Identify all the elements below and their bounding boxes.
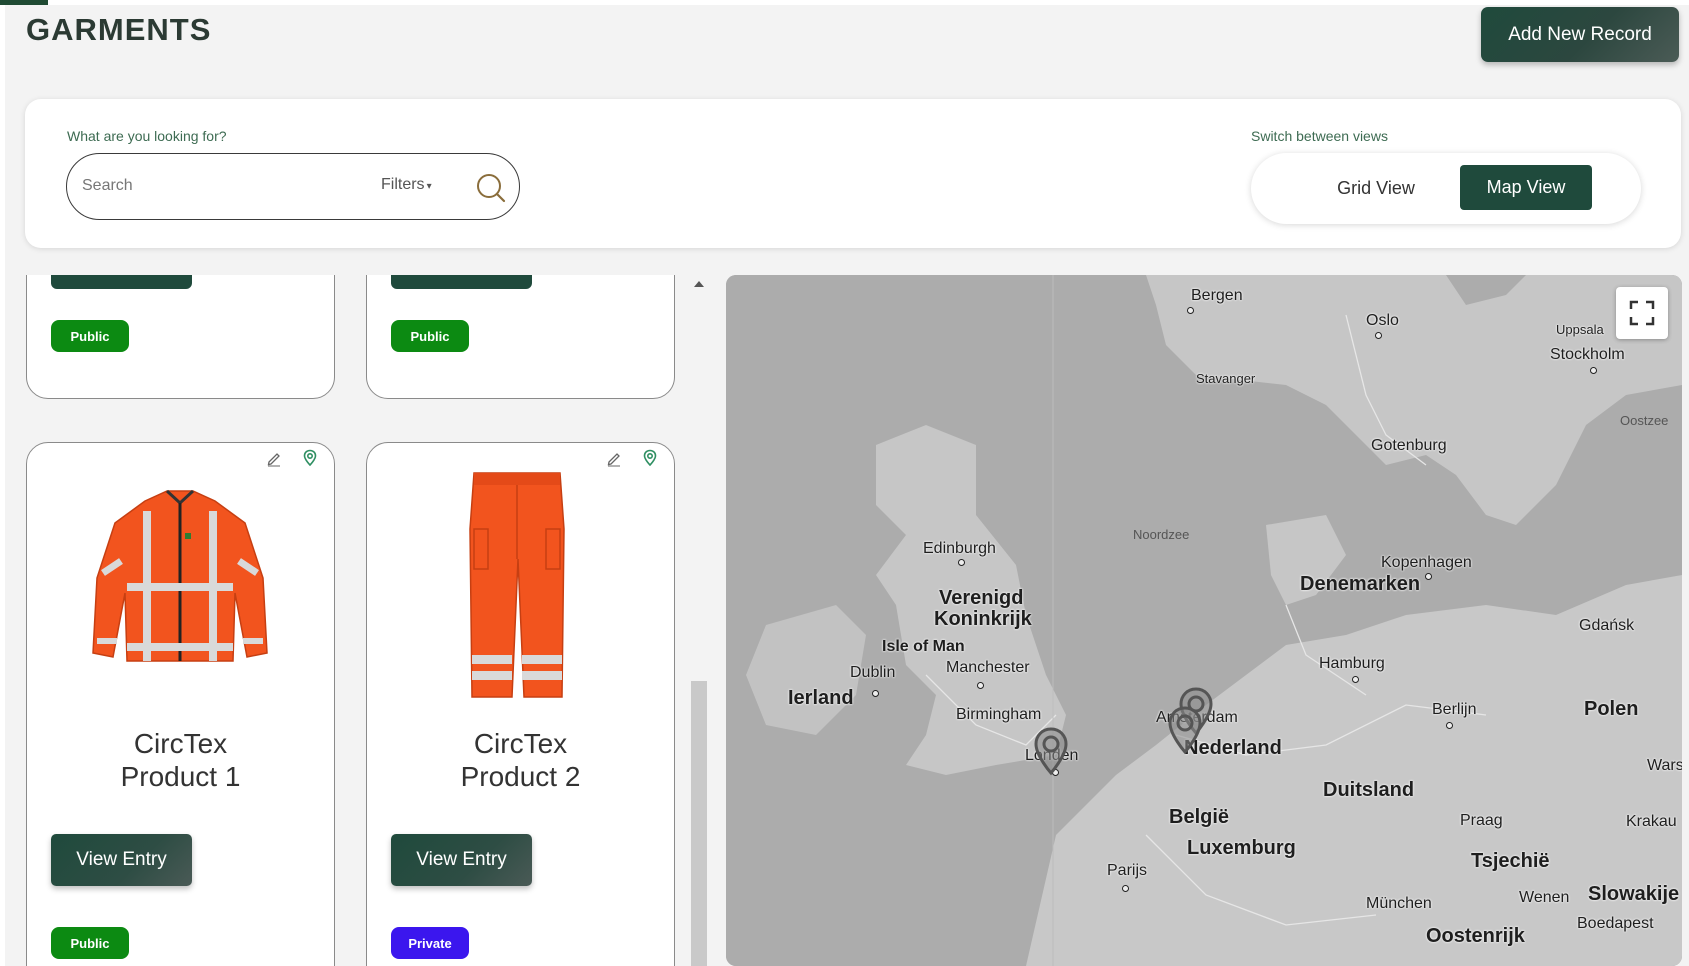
search-input[interactable] <box>82 172 332 200</box>
map-label-krakau: Krakau <box>1626 813 1677 830</box>
views-label: Switch between views <box>1251 128 1388 144</box>
map-label-tsjechie: Tsjechië <box>1471 850 1550 872</box>
orange-jacket-image <box>92 489 268 662</box>
city-dot <box>1446 722 1453 729</box>
map-view[interactable]: Bergen Oslo Uppsala Stockholm Stavanger … <box>726 275 1682 966</box>
map-view-button[interactable]: Map View <box>1460 165 1592 210</box>
cards-scrollbar[interactable] <box>691 275 707 966</box>
map-label-uppsala: Uppsala <box>1556 322 1604 337</box>
city-dot <box>958 559 965 566</box>
map-label-stavanger: Stavanger <box>1196 371 1256 386</box>
city-dot <box>1425 573 1432 580</box>
fullscreen-button[interactable] <box>1616 287 1668 339</box>
map-label-gdansk: Gdańsk <box>1579 617 1635 634</box>
city-dot <box>872 690 879 697</box>
visibility-badge: Private <box>391 927 469 959</box>
visibility-badge: Public <box>51 320 129 352</box>
product-name: CircTex Product 2 <box>460 728 581 792</box>
view-entry-button-partial[interactable] <box>51 275 192 289</box>
map-label-duitsland: Duitsland <box>1323 779 1415 801</box>
city-dot <box>977 682 984 689</box>
map-label-bergen: Bergen <box>1191 287 1243 304</box>
city-dot <box>1187 307 1194 314</box>
map-label-koninkrijk: Koninkrijk <box>934 608 1032 630</box>
location-pin-icon[interactable] <box>641 449 659 467</box>
page-title: GARMENTS <box>26 12 212 47</box>
edit-icon[interactable] <box>265 449 283 467</box>
map-label-wenen: Wenen <box>1519 889 1570 906</box>
map-label-edinburgh: Edinburgh <box>923 540 996 557</box>
caret-down-icon: ▾ <box>426 181 432 192</box>
visibility-badge: Public <box>51 927 129 959</box>
map-label-praag: Praag <box>1460 812 1503 829</box>
map-label-luxemburg: Luxemburg <box>1187 837 1296 859</box>
map-label-birmingham: Birmingham <box>956 706 1042 723</box>
search-icon[interactable] <box>475 172 507 204</box>
map-label-kopenhagen: Kopenhagen <box>1381 554 1472 571</box>
city-dot <box>1122 885 1129 892</box>
map-label-belgie: België <box>1169 806 1230 828</box>
app-root: GARMENTS Add New Record What are you loo… <box>5 5 1689 966</box>
city-dot <box>1375 332 1382 339</box>
product-name: CircTex Product 1 <box>120 728 241 792</box>
city-dot <box>1590 367 1597 374</box>
map-label-berlijn: Berlijn <box>1432 701 1477 718</box>
map-label-noordzee: Noordzee <box>1133 527 1190 542</box>
view-entry-button-partial[interactable] <box>391 275 532 289</box>
map-label-slowakije: Slowakije <box>1588 883 1680 905</box>
city-dot <box>1352 676 1359 683</box>
map-label-denemarken: Denemarken <box>1300 573 1421 595</box>
fullscreen-icon <box>1629 300 1655 326</box>
scrollbar-thumb[interactable] <box>691 681 707 966</box>
add-new-record-button[interactable]: Add New Record <box>1481 7 1679 62</box>
search-box: Filters▾ <box>66 153 520 220</box>
filters-label: Filters <box>381 176 425 193</box>
map-label-verenigd: Verenigd <box>939 587 1024 609</box>
map-label-isle-of-man: Isle of Man <box>882 638 965 655</box>
map-label-stockholm: Stockholm <box>1550 346 1625 363</box>
map-label-manchester: Manchester <box>946 659 1030 676</box>
garment-card: Public <box>26 275 335 399</box>
view-entry-button[interactable]: View Entry <box>51 834 192 886</box>
garment-card: CircTex Product 1 View Entry Public <box>26 442 335 966</box>
search-panel: What are you looking for? Filters▾ Switc… <box>25 99 1681 248</box>
edit-icon[interactable] <box>605 449 623 467</box>
map-label-boedapest: Boedapest <box>1577 915 1654 932</box>
map-label-wars: Wars <box>1647 757 1682 774</box>
map-label-oslo: Oslo <box>1366 312 1399 329</box>
location-pin-icon[interactable] <box>301 449 319 467</box>
grid-view-button[interactable]: Grid View <box>1311 168 1441 208</box>
map-label-hamburg: Hamburg <box>1319 655 1385 672</box>
orange-trousers-image <box>469 472 565 698</box>
search-label: What are you looking for? <box>67 128 227 144</box>
map-label-polen: Polen <box>1584 698 1639 720</box>
map-label-oostenrijk: Oostenrijk <box>1426 925 1525 947</box>
view-entry-button[interactable]: View Entry <box>391 834 532 886</box>
view-switch: Grid View Map View <box>1251 153 1641 224</box>
map-label-munchen: München <box>1366 895 1432 912</box>
map-marker-icon[interactable] <box>1033 727 1069 777</box>
scroll-up-arrow-icon[interactable] <box>694 281 704 287</box>
map-label-dublin: Dublin <box>850 664 896 681</box>
map-label-gotenburg: Gotenburg <box>1371 437 1447 454</box>
visibility-badge: Public <box>391 320 469 352</box>
garment-card: Public <box>366 275 675 399</box>
garment-card: CircTex Product 2 View Entry Private <box>366 442 675 966</box>
map-label-ierland: Ierland <box>788 687 854 709</box>
map-marker-icon[interactable] <box>1167 706 1203 756</box>
filters-dropdown[interactable]: Filters ▾ <box>381 176 432 194</box>
cards-list: Public Public CircTex Product 1 View Ent… <box>5 275 705 966</box>
map-label-oostzee: Oostzee <box>1620 413 1669 428</box>
map-label-parijs: Parijs <box>1107 862 1148 879</box>
